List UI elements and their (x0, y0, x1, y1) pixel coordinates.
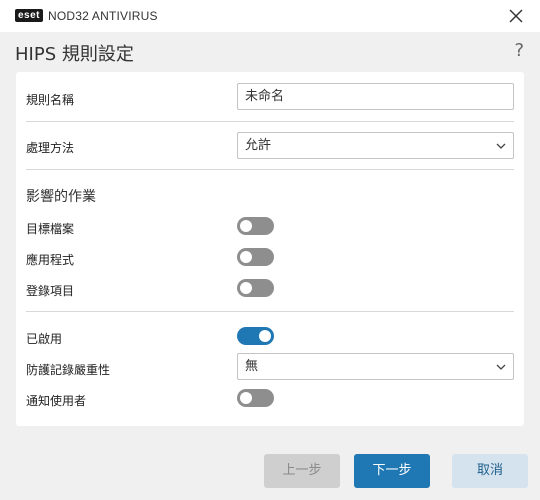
logo-mark: eset (15, 9, 44, 22)
previous-button[interactable]: 上一步 (264, 454, 340, 488)
divider (26, 121, 514, 122)
toggle-knob (240, 282, 252, 294)
applications-label: 應用程式 (26, 253, 75, 267)
divider (26, 311, 514, 312)
toggle-knob (259, 330, 271, 342)
log-severity-value: 無 (245, 359, 259, 374)
log-severity-select[interactable]: 無 (237, 353, 514, 380)
toggle-knob (240, 392, 252, 404)
action-select-value: 允許 (245, 138, 272, 153)
settings-panel: 規則名稱 未命名 處理方法 允許 影響的作業 目標檔案 應用程式 登錄項目 已啟… (16, 72, 524, 426)
rule-name-label: 規則名稱 (26, 93, 75, 107)
chevron-down-icon (496, 143, 506, 149)
target-files-label: 目標檔案 (26, 222, 75, 236)
target-files-toggle[interactable] (237, 217, 274, 235)
registry-toggle[interactable] (237, 279, 274, 297)
registry-label: 登錄項目 (26, 284, 75, 298)
next-button[interactable]: 下一步 (354, 454, 430, 488)
close-button[interactable] (506, 6, 526, 26)
app-name: NOD32 ANTIVIRUS (48, 8, 158, 23)
cancel-button[interactable]: 取消 (452, 454, 528, 488)
chevron-down-icon (496, 364, 506, 370)
title-bar: eset NOD32 ANTIVIRUS (0, 0, 540, 32)
action-label: 處理方法 (26, 141, 75, 155)
affected-operations-title: 影響的作業 (26, 189, 96, 205)
toggle-knob (240, 251, 252, 263)
help-icon[interactable]: ? (514, 40, 524, 61)
close-icon (509, 9, 523, 23)
notify-user-label: 通知使用者 (26, 394, 87, 408)
enabled-toggle[interactable] (237, 327, 274, 345)
page-title: HIPS 規則設定 (15, 44, 134, 65)
enabled-label: 已啟用 (26, 332, 63, 346)
rule-name-input[interactable]: 未命名 (237, 83, 514, 110)
divider (26, 169, 514, 170)
eset-logo: eset NOD32 ANTIVIRUS (15, 8, 158, 23)
action-select[interactable]: 允許 (237, 132, 514, 159)
applications-toggle[interactable] (237, 248, 274, 266)
toggle-knob (240, 220, 252, 232)
notify-user-toggle[interactable] (237, 389, 274, 407)
log-severity-label: 防護記錄嚴重性 (26, 363, 111, 377)
